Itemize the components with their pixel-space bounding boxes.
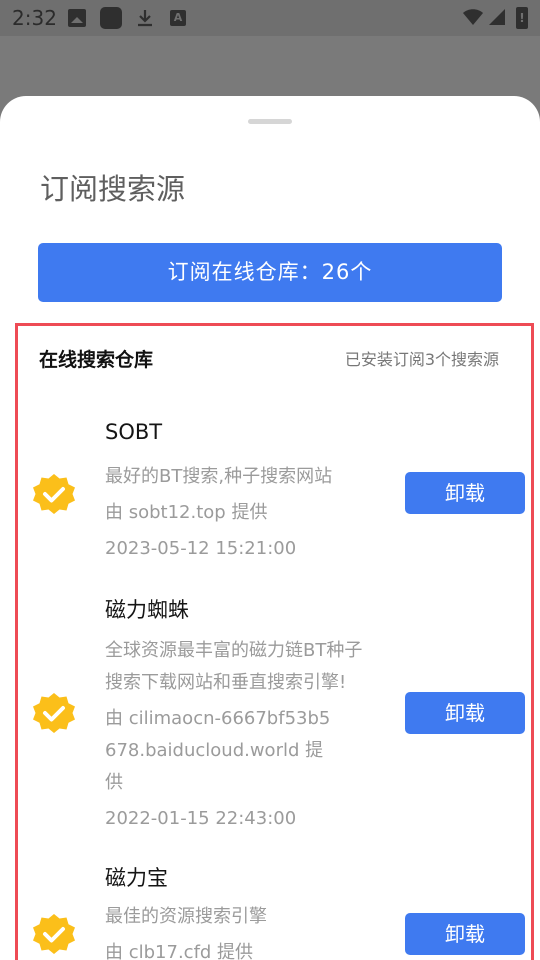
subscribe-online-repo-button[interactable]: 订阅在线仓库：26个 — [38, 243, 502, 302]
status-bar: 2:32 A ! — [0, 0, 540, 36]
verified-badge-icon — [33, 914, 75, 954]
online-repo-section: 在线搜索仓库 已安装订阅3个搜索源 SOBT 最好的BT搜索,种子搜索网站 由 … — [15, 323, 534, 960]
a-notification-icon: A — [170, 10, 186, 26]
battery-icon: ! — [516, 7, 528, 29]
source-name: 磁力蜘蛛 — [105, 598, 189, 622]
source-provider: 由 sobt12.top 提供 — [105, 502, 268, 523]
status-time: 2:32 — [12, 6, 57, 30]
source-provider: 由 clb17.cfd 提供 — [105, 942, 254, 960]
source-description-line2: 搜索下载网站和垂直搜索引擎! — [105, 672, 347, 693]
source-name: 磁力宝 — [105, 866, 168, 890]
source-provider-line1: 由 cilimaocn-6667bf53b5 — [105, 708, 331, 729]
wifi-icon — [463, 9, 483, 25]
bottom-sheet: 订阅搜索源 订阅在线仓库：26个 在线搜索仓库 已安装订阅3个搜索源 SOBT … — [0, 96, 540, 960]
signal-icon — [489, 9, 505, 25]
download-icon — [138, 10, 152, 27]
source-date: 2023-05-12 15:21:00 — [105, 538, 297, 559]
image-notification-icon — [68, 9, 86, 27]
drag-handle[interactable] — [248, 119, 292, 124]
uninstall-button[interactable]: 卸载 — [405, 913, 525, 955]
source-provider-line2: 678.baiducloud.world 提 — [105, 740, 324, 761]
app-notification-icon — [100, 7, 122, 29]
sheet-title: 订阅搜索源 — [40, 172, 186, 206]
source-description: 最好的BT搜索,种子搜索网站 — [105, 466, 333, 487]
verified-badge-icon — [33, 474, 75, 514]
source-name: SOBT — [105, 420, 163, 444]
repo-title: 在线搜索仓库 — [39, 349, 154, 371]
source-date: 2022-01-15 22:43:00 — [105, 808, 297, 829]
installed-count: 已安装订阅3个搜索源 — [344, 350, 499, 369]
uninstall-button[interactable]: 卸载 — [405, 692, 525, 734]
source-description-line1: 全球资源最丰富的磁力链BT种子 — [105, 640, 363, 661]
uninstall-button[interactable]: 卸载 — [405, 472, 525, 514]
source-description: 最佳的资源搜索引擎 — [105, 906, 267, 927]
source-provider-line3: 供 — [105, 772, 123, 793]
verified-badge-icon — [33, 693, 75, 733]
